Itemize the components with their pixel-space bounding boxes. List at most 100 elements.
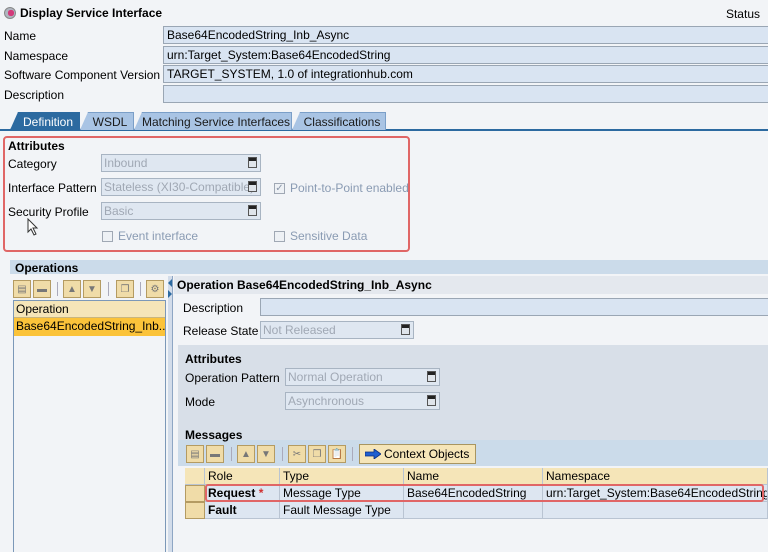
add-message-icon[interactable]: ▤ — [186, 445, 204, 463]
category-label: Category — [8, 157, 57, 171]
description-field[interactable] — [163, 85, 768, 103]
window-title-text: Display Service Interface — [20, 6, 163, 20]
arrow-right-icon — [365, 449, 381, 459]
toolbar-separator — [352, 447, 353, 461]
status-label: Status — [725, 7, 760, 21]
mode-label: Mode — [185, 395, 216, 409]
move-up-icon[interactable]: ▲ — [237, 445, 255, 463]
message-type-cell: Fault Message Type — [280, 502, 404, 519]
operation-pattern-value: Normal Operation — [288, 370, 383, 384]
request-row-highlight — [205, 484, 764, 502]
namespace-field[interactable]: urn:Target_System:Base64EncodedString — [163, 46, 768, 64]
category-dropdown[interactable]: Inbound — [101, 154, 261, 172]
copy-icon[interactable]: ❐ — [308, 445, 326, 463]
table-header-row: Role Type Name Namespace — [185, 468, 768, 485]
security-profile-value: Basic — [104, 204, 134, 218]
move-down-icon[interactable]: ▼ — [257, 445, 275, 463]
tab-classifications[interactable]: Classifications — [292, 112, 386, 130]
release-state-value: Not Released — [263, 323, 336, 337]
checkmark-icon: ✓ — [274, 182, 285, 194]
tab-matching-service-interfaces[interactable]: Matching Service Interfaces — [134, 112, 292, 130]
dropdown-icon[interactable] — [248, 157, 257, 168]
operation-attributes-panel — [178, 345, 768, 440]
toolbar-separator — [231, 447, 232, 461]
sensitive-data-label: Sensitive Data — [290, 229, 368, 243]
software-component-version-field[interactable]: TARGET_SYSTEM, 1.0 of integrationhub.com — [163, 65, 768, 83]
table-row[interactable]: Fault Fault Message Type — [185, 502, 768, 519]
toolbar-separator — [108, 282, 109, 296]
dropdown-icon[interactable] — [248, 205, 257, 216]
mode-dropdown[interactable]: Asynchronous — [285, 392, 440, 410]
service-interface-icon — [4, 7, 16, 19]
messages-title: Messages — [185, 428, 243, 442]
operations-list: Operation Base64EncodedString_Inb... — [13, 300, 166, 552]
interface-pattern-label: Interface Pattern — [8, 181, 97, 195]
operations-header-bar — [10, 260, 768, 274]
column-header-name[interactable]: Name — [404, 468, 543, 485]
dropdown-icon[interactable] — [427, 395, 436, 406]
category-value: Inbound — [104, 156, 148, 170]
operation-detail-title: Operation Base64EncodedString_Inb_Async — [174, 276, 768, 294]
dropdown-icon[interactable] — [401, 324, 410, 335]
description-label: Description — [4, 88, 65, 102]
window-title: Display Service Interface — [4, 6, 162, 20]
cut-icon[interactable]: ✂ — [288, 445, 306, 463]
move-down-icon[interactable]: ▼ — [83, 280, 101, 298]
remove-message-icon[interactable]: ▬ — [206, 445, 224, 463]
interface-pattern-dropdown[interactable]: Stateless (XI30-Compatible) — [101, 178, 261, 196]
context-objects-button[interactable]: Context Objects — [359, 444, 477, 464]
op-description-field[interactable] — [260, 298, 768, 316]
context-objects-label: Context Objects — [384, 447, 470, 461]
name-field[interactable]: Base64EncodedString_Inb_Async — [163, 26, 768, 44]
message-role-cell: Fault — [205, 502, 280, 519]
mode-value: Asynchronous — [288, 394, 365, 408]
paste-icon[interactable]: 📋 — [328, 445, 346, 463]
tab-wsdl[interactable]: WSDL — [80, 112, 134, 130]
column-header-role[interactable]: Role — [205, 468, 280, 485]
release-state-dropdown[interactable]: Not Released — [260, 321, 414, 339]
hierarchy-icon[interactable]: ⚙ — [146, 280, 164, 298]
row-selector[interactable] — [185, 485, 205, 502]
collapse-arrows-icon[interactable] — [167, 276, 173, 306]
release-state-label: Release State — [183, 324, 259, 338]
pane-splitter[interactable] — [168, 276, 173, 552]
namespace-label: Namespace — [4, 49, 69, 63]
event-interface-checkbox[interactable]: Event interface — [102, 229, 198, 243]
security-profile-label: Security Profile — [8, 205, 89, 219]
point-to-point-label: Point-to-Point enabled — [290, 181, 409, 195]
tab-bar: Definition WSDL Matching Service Interfa… — [0, 112, 768, 131]
column-header-namespace[interactable]: Namespace — [543, 468, 768, 485]
interface-pattern-value: Stateless (XI30-Compatible) — [104, 180, 255, 194]
op-description-label: Description — [183, 301, 244, 315]
remove-operation-icon[interactable]: ▬ — [33, 280, 51, 298]
toolbar-separator — [57, 282, 58, 296]
operation-pattern-label: Operation Pattern — [185, 371, 280, 385]
sensitive-data-checkbox[interactable]: Sensitive Data — [274, 229, 367, 243]
toolbar-separator — [140, 282, 141, 296]
message-name-cell[interactable] — [404, 502, 543, 519]
attributes-title: Attributes — [8, 139, 65, 153]
copy-icon[interactable]: ❐ — [116, 280, 134, 298]
tab-definition[interactable]: Definition — [10, 112, 80, 130]
column-header-type[interactable]: Type — [280, 468, 404, 485]
mouse-cursor-icon — [27, 218, 39, 236]
operation-pattern-dropdown[interactable]: Normal Operation — [285, 368, 440, 386]
operations-list-header: Operation — [14, 301, 165, 318]
operations-title: Operations — [15, 261, 79, 275]
point-to-point-checkbox[interactable]: ✓ Point-to-Point enabled — [274, 181, 409, 195]
add-operation-icon[interactable]: ▤ — [13, 280, 31, 298]
message-namespace-cell — [543, 502, 768, 519]
move-up-icon[interactable]: ▲ — [63, 280, 81, 298]
row-selector[interactable] — [185, 502, 205, 519]
dropdown-icon[interactable] — [427, 371, 436, 382]
toolbar-separator — [282, 447, 283, 461]
name-label: Name — [4, 29, 37, 43]
dropdown-icon[interactable] — [248, 181, 257, 192]
security-profile-dropdown[interactable]: Basic — [101, 202, 261, 220]
row-selector-header — [185, 468, 205, 485]
software-component-version-label: Software Component Version — [4, 68, 161, 82]
checkbox-box — [274, 230, 285, 242]
event-interface-label: Event interface — [118, 229, 199, 243]
operation-list-item[interactable]: Base64EncodedString_Inb... — [14, 318, 165, 336]
checkbox-box — [102, 230, 113, 242]
